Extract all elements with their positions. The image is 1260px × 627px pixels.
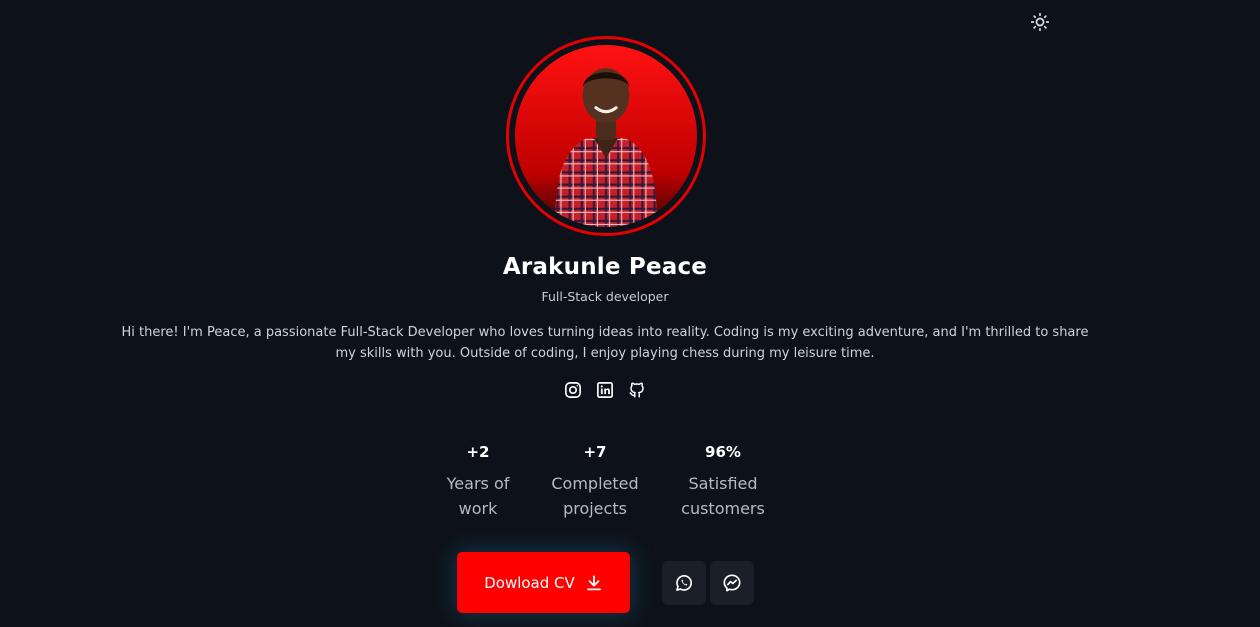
stat-label: Satisfied customers: [663, 471, 783, 521]
profile-photo: [515, 45, 697, 227]
stat-label: Completed projects: [535, 471, 655, 521]
instagram-icon: [565, 382, 581, 398]
profile-name: Arakunle Peace: [502, 254, 708, 280]
stat-label-line: work: [458, 499, 498, 518]
stat-label-line: Years of: [446, 474, 510, 493]
profile-bio: Hi there! I'm Peace, a passionate Full-S…: [121, 325, 1089, 361]
whatsapp-icon: [676, 574, 692, 591]
stat-label-line: Satisfied: [688, 474, 758, 493]
download-cv-label: Dowload CV: [484, 573, 575, 592]
instagram-link[interactable]: [564, 381, 582, 399]
stat-customers: 96% Satisfied customers: [663, 443, 783, 521]
avatar: [506, 36, 706, 236]
whatsapp-button[interactable]: [662, 561, 706, 605]
theme-toggle-button[interactable]: [1028, 10, 1052, 34]
linkedin-icon: [597, 382, 613, 398]
github-icon: [629, 382, 644, 398]
stat-years: +2 Years of work: [418, 443, 538, 521]
person-portrait-image: [515, 45, 697, 227]
stat-value: 96%: [705, 443, 741, 461]
stat-label-line: projects: [563, 499, 627, 518]
stat-value: +7: [583, 443, 607, 461]
stat-projects: +7 Completed projects: [535, 443, 655, 521]
download-cv-button[interactable]: Dowload CV: [457, 552, 630, 613]
stat-label-line: Completed: [551, 474, 639, 493]
social-links: [0, 381, 1210, 399]
sun-icon: [1030, 12, 1050, 32]
messenger-icon: [723, 574, 741, 592]
messenger-button[interactable]: [710, 561, 754, 605]
stats-section: +2 Years of work +7 Completed projects 9…: [0, 443, 1260, 533]
stat-label-line: customers: [681, 499, 765, 518]
linkedin-link[interactable]: [596, 381, 614, 399]
download-icon: [586, 574, 601, 590]
profile-page: Arakunle Peace Full-Stack developer Hi t…: [0, 0, 1260, 627]
stat-value: +2: [466, 443, 490, 461]
github-link[interactable]: [628, 381, 646, 399]
profile-role: Full-Stack developer: [541, 289, 669, 304]
stat-label: Years of work: [418, 471, 538, 521]
